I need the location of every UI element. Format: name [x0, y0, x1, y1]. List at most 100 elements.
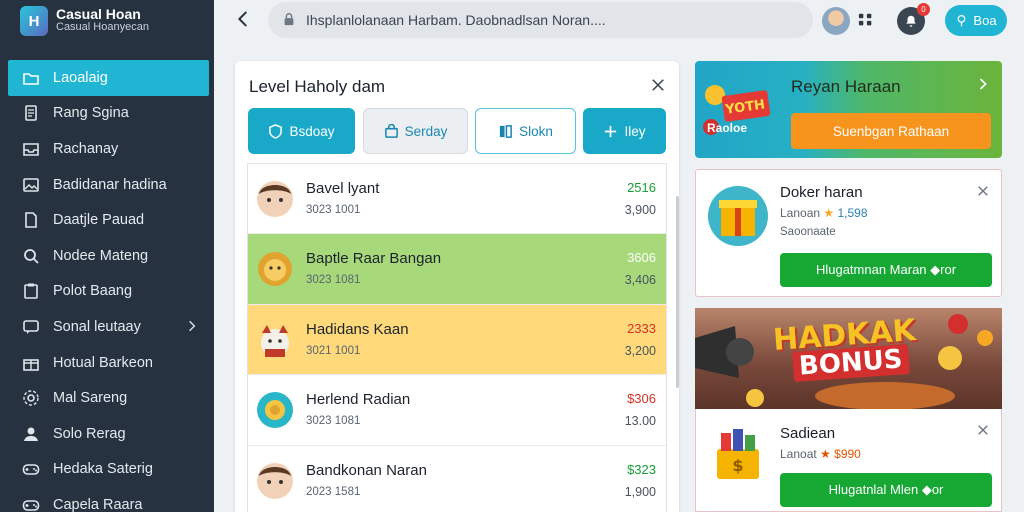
sidebar-item-7[interactable]: Sonal leutaay — [0, 309, 214, 345]
chevron-right-icon[interactable] — [978, 75, 988, 96]
sidebar-item-8[interactable]: Hotual Barkeon — [0, 345, 214, 381]
bag-icon — [384, 123, 398, 138]
sidebar-item-label: Sonal leutaay — [53, 318, 141, 335]
sidebar-item-4[interactable]: Daatjle Pauad — [0, 202, 214, 238]
sidebar-item-label: Daatjle Pauad — [53, 212, 145, 229]
tab-3[interactable]: Iley — [583, 108, 666, 154]
tab-1[interactable]: Serday — [363, 108, 468, 154]
settings-icon — [22, 389, 40, 407]
list-item[interactable]: Bavel lyant 3023 1001 2516 3,900 — [248, 164, 666, 235]
sidebar-item-0[interactable]: Laoalaig — [8, 60, 209, 96]
row-secondary-value: 13.00 — [624, 414, 656, 429]
user-avatar[interactable] — [822, 7, 850, 35]
bonus-banner[interactable]: HADKAK BONUS — [695, 308, 1002, 409]
row-subtitle: 3023 1001 — [306, 204, 361, 216]
gamepad-icon — [22, 460, 40, 478]
row-name: Hadidans Kaan — [306, 320, 409, 338]
row-secondary-value: 3,406 — [624, 273, 656, 288]
book-icon — [499, 124, 512, 138]
row-primary-value: 2333 — [627, 320, 656, 336]
row-subtitle: 2023 1581 — [306, 485, 361, 498]
folder-icon — [22, 69, 40, 87]
row-name: Herlend Radian — [306, 391, 411, 409]
card-cta-button[interactable]: Hlugatnlal Mlen ◆or — [780, 473, 992, 507]
sidebar-item-9[interactable]: Mal Sareng — [0, 380, 214, 416]
search-bar[interactable] — [268, 2, 813, 38]
cat-avatar — [257, 319, 293, 361]
row-name: Bandkonan Naran — [306, 461, 427, 479]
close-icon[interactable] — [977, 182, 989, 202]
sidebar-nav: Laoalaig Rang Sgina Rachanay Badidanar hadi… — [0, 60, 214, 512]
back-arrow-icon[interactable] — [232, 8, 256, 32]
inbox-icon — [22, 140, 40, 158]
sidebar-item-label: Nodee Mateng — [53, 247, 149, 264]
offer-card: Doker haran Lanoan ★ 1,598 Saoonaate Hlu… — [695, 169, 1002, 297]
sidebar-item-label: Hedaka Saterig — [53, 461, 153, 478]
sidebar-item-11[interactable]: Hedaka Saterig — [0, 452, 214, 488]
gift-icon — [22, 354, 40, 372]
pin-icon — [958, 14, 966, 27]
card-cta-button[interactable]: Hlugatmnan Maran ◆ror — [780, 253, 992, 287]
card-title: Sadiean — [780, 425, 836, 442]
tab-label: Iley — [624, 123, 646, 139]
chevron-right-icon[interactable] — [188, 319, 196, 335]
sidebar-item-12[interactable]: Capela Raara — [0, 487, 214, 512]
lock-icon — [282, 12, 298, 28]
list-item[interactable]: Bandkonan Naran 2023 1581 $323 1,900 — [248, 446, 666, 512]
sidebar-item-label: Rachanay — [53, 140, 119, 157]
sidebar-item-1[interactable]: Rang Sgina — [0, 96, 214, 132]
close-icon[interactable] — [977, 421, 989, 441]
apps-grid-icon[interactable] — [858, 12, 876, 30]
sidebar-item-label: Polot Baang — [53, 283, 133, 300]
card-rating: Lanoan ★ 1,598 — [780, 206, 868, 220]
sidebar-item-3[interactable]: Badidanar hadina — [0, 167, 214, 203]
brand[interactable]: H Casual Hoan Casual Hoanyecan — [0, 0, 214, 42]
row-primary-value: 2516 — [627, 180, 656, 195]
user-icon — [22, 425, 40, 443]
sidebar-item-label: Mal Sareng — [53, 390, 128, 407]
row-secondary-value: 1,900 — [624, 484, 656, 499]
row-primary-value: $323 — [627, 461, 656, 477]
plus-icon — [605, 125, 617, 137]
image-icon — [22, 176, 40, 194]
coin-avatar — [257, 389, 293, 431]
list-item[interactable]: Baptle Raar Bangan 3023 1081 3606 3,406 — [248, 234, 666, 305]
promo-button[interactable]: Suenbgan Rathaan — [791, 113, 991, 149]
scrollbar[interactable] — [676, 196, 679, 388]
top-action-button[interactable]: Boa — [945, 5, 1007, 36]
tab-label: Serday — [404, 123, 448, 139]
sidebar-item-2[interactable]: Rachanay — [0, 131, 214, 167]
sidebar: H Casual Hoan Casual Hoanyecan Laoalaig R… — [0, 0, 214, 512]
top-action-label: Boa — [973, 13, 997, 28]
lion-avatar — [257, 248, 293, 290]
gamepad-icon — [22, 496, 40, 512]
notification-badge: 0 — [917, 3, 930, 16]
tab-2[interactable]: Slokn — [475, 108, 576, 154]
promo-card[interactable]: YOTH Raoloe Reyan Haraan Suenbgan Rathaa… — [695, 61, 1002, 158]
star-icon: ★ — [820, 447, 831, 461]
row-subtitle: 3021 1001 — [306, 344, 361, 357]
search-icon — [22, 247, 40, 265]
boy-avatar — [257, 460, 293, 502]
close-icon[interactable] — [651, 75, 665, 98]
list-item[interactable]: Herlend Radian 3023 1081 $306 13.00 — [248, 375, 666, 446]
list-item[interactable]: Hadidans Kaan 3021 1001 2333 3,200 — [248, 304, 666, 376]
sidebar-item-6[interactable]: Polot Baang — [0, 274, 214, 310]
sidebar-item-label: Laoalaig — [53, 69, 108, 86]
sidebar-item-label: Capela Raara — [53, 496, 143, 512]
sidebar-item-label: Badidanar hadina — [53, 176, 167, 193]
sidebar-item-10[interactable]: Solo Rerag — [0, 416, 214, 452]
svg-text:$: $ — [732, 456, 743, 475]
tab-0[interactable]: Bsdoay — [248, 108, 355, 154]
rating-value: $990 — [834, 447, 861, 461]
rating-prefix: Lanoan — [780, 206, 821, 220]
search-input[interactable] — [306, 12, 776, 28]
topbar: 0 Boa — [214, 0, 1024, 42]
chat-icon — [22, 318, 40, 336]
sidebar-item-label: Hotual Barkeon — [53, 354, 153, 371]
app-subtitle: Casual Hoanyecan — [56, 21, 149, 33]
sidebar-item-5[interactable]: Nodee Mateng — [0, 238, 214, 274]
boy-avatar — [257, 178, 293, 220]
panel-title: Level Haholy dam — [249, 77, 386, 96]
star-icon: ★ — [823, 206, 835, 220]
